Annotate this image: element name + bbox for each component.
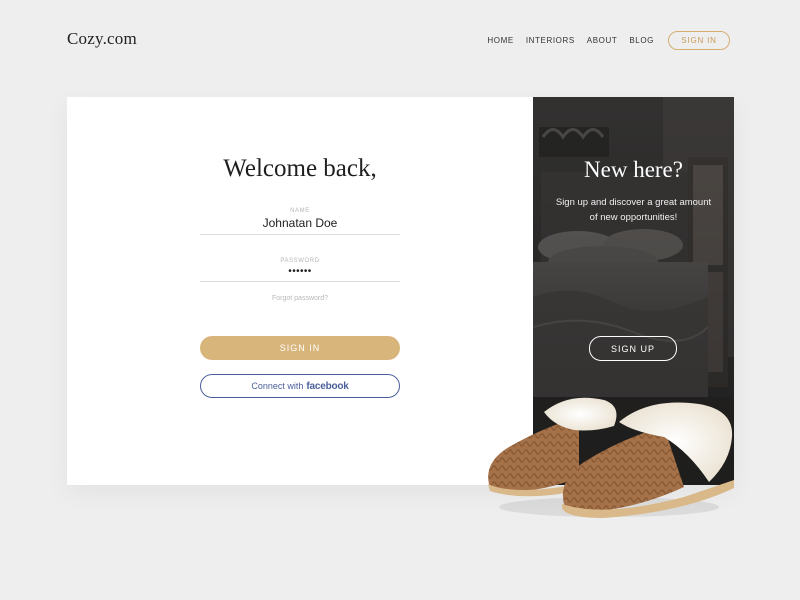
facebook-connect-button[interactable]: Connect with facebook (200, 374, 400, 398)
nav-about[interactable]: ABOUT (587, 36, 618, 45)
nav-signin-button[interactable]: SIGN IN (668, 31, 730, 50)
nav-interiors[interactable]: INTERIORS (526, 36, 575, 45)
nav-home[interactable]: HOME (487, 36, 513, 45)
top-nav: HOME INTERIORS ABOUT BLOG SIGN IN (475, 31, 730, 50)
name-field[interactable]: NAME Johnatan Doe (200, 208, 400, 235)
facebook-prefix: Connect with (251, 381, 304, 391)
slippers-illustration (488, 397, 734, 518)
password-input[interactable]: •••••• (200, 266, 400, 282)
signup-button[interactable]: SIGN UP (589, 336, 677, 361)
nav-blog[interactable]: BLOG (629, 36, 654, 45)
logo[interactable]: Cozy.com (67, 29, 137, 49)
login-panel: Welcome back, NAME Johnatan Doe PASSWORD… (67, 97, 533, 485)
signin-button[interactable]: SIGN IN (200, 336, 400, 360)
facebook-logo-text: facebook (306, 380, 349, 392)
signup-title: New here? (584, 157, 683, 182)
login-title: Welcome back, (223, 155, 377, 182)
name-label: NAME (290, 208, 310, 214)
password-label: PASSWORD (280, 258, 320, 264)
password-field[interactable]: PASSWORD •••••• (200, 258, 400, 282)
forgot-password-link[interactable]: Forgot password? (200, 295, 400, 302)
signup-subtitle: Sign up and discover a great amount of n… (555, 197, 712, 223)
name-input[interactable]: Johnatan Doe (200, 216, 400, 235)
